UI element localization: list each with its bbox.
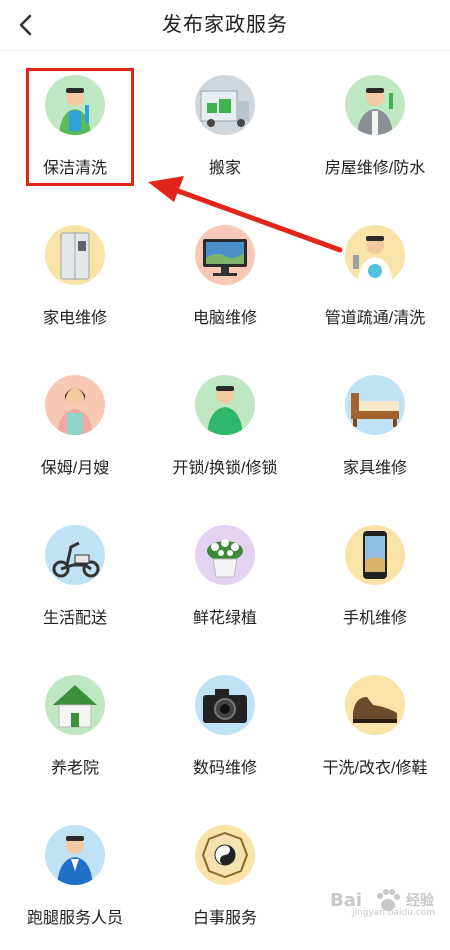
repairman-icon xyxy=(345,75,405,135)
delivery-scooter-icon xyxy=(45,525,105,585)
service-item-cleaning[interactable]: 保洁清洗 xyxy=(0,50,150,200)
service-item-nanny[interactable]: 保姆/月嫂 xyxy=(0,350,150,500)
cleaner-icon xyxy=(45,75,105,135)
service-label: 白事服务 xyxy=(192,910,257,927)
service-label: 数码维修 xyxy=(192,760,257,777)
service-item-moving[interactable]: 搬家 xyxy=(150,50,300,200)
service-label: 养老院 xyxy=(50,760,99,777)
service-label: 管道疏通/清洗 xyxy=(324,310,426,327)
service-item-plumbing[interactable]: 管道疏通/清洗 xyxy=(300,200,450,350)
nanny-icon xyxy=(45,375,105,435)
service-item-phone-repair[interactable]: 手机维修 xyxy=(300,500,450,650)
service-item-locksmith[interactable]: 开锁/换锁/修锁 xyxy=(150,350,300,500)
service-item-errand-staff[interactable]: 跑腿服务人员 xyxy=(0,800,150,950)
camera-icon xyxy=(195,675,255,735)
service-item-appliance-repair[interactable]: 家电维修 xyxy=(0,200,150,350)
service-label: 家电维修 xyxy=(42,310,107,327)
service-item-house-repair[interactable]: 房屋维修/防水 xyxy=(300,50,450,200)
moving-truck-icon xyxy=(195,75,255,135)
bed-furniture-icon xyxy=(345,375,405,435)
smartphone-icon xyxy=(345,525,405,585)
flower-pot-icon xyxy=(195,525,255,585)
service-label: 鲜花绿植 xyxy=(192,610,257,627)
service-item-delivery[interactable]: 生活配送 xyxy=(0,500,150,650)
page-title: 发布家政服务 xyxy=(162,14,288,36)
service-item-flowers-plants[interactable]: 鲜花绿植 xyxy=(150,500,300,650)
service-item-nursing-home[interactable]: 养老院 xyxy=(0,650,150,800)
top-bar: 发布家政服务 xyxy=(0,0,450,51)
service-label: 搬家 xyxy=(208,160,241,177)
service-label: 开锁/换锁/修锁 xyxy=(172,460,278,477)
businessman-icon xyxy=(45,825,105,885)
service-item-laundry-tailor-shoes[interactable]: 干洗/改衣/修鞋 xyxy=(300,650,450,800)
service-label: 跑腿服务人员 xyxy=(26,910,123,927)
computer-monitor-icon xyxy=(195,225,255,285)
service-label: 房屋维修/防水 xyxy=(324,160,426,177)
plumber-icon xyxy=(345,225,405,285)
service-label: 手机维修 xyxy=(342,610,407,627)
service-label: 保姆/月嫂 xyxy=(40,460,110,477)
service-item-digital-repair[interactable]: 数码维修 xyxy=(150,650,300,800)
bagua-icon xyxy=(195,825,255,885)
refrigerator-icon xyxy=(45,225,105,285)
shoe-icon xyxy=(345,675,405,735)
service-label: 干洗/改衣/修鞋 xyxy=(322,760,428,777)
service-item-furniture-repair[interactable]: 家具维修 xyxy=(300,350,450,500)
baidu-watermark: Bai 经验 jingyan.baidu.com xyxy=(330,889,436,918)
service-label: 家具维修 xyxy=(342,460,407,477)
service-item-funeral[interactable]: 白事服务 xyxy=(150,800,300,950)
house-icon xyxy=(45,675,105,735)
service-label: 生活配送 xyxy=(42,610,107,627)
service-label: 电脑维修 xyxy=(192,310,257,327)
service-label: 保洁清洗 xyxy=(42,160,107,177)
locksmith-icon xyxy=(195,375,255,435)
service-item-computer-repair[interactable]: 电脑维修 xyxy=(150,200,300,350)
